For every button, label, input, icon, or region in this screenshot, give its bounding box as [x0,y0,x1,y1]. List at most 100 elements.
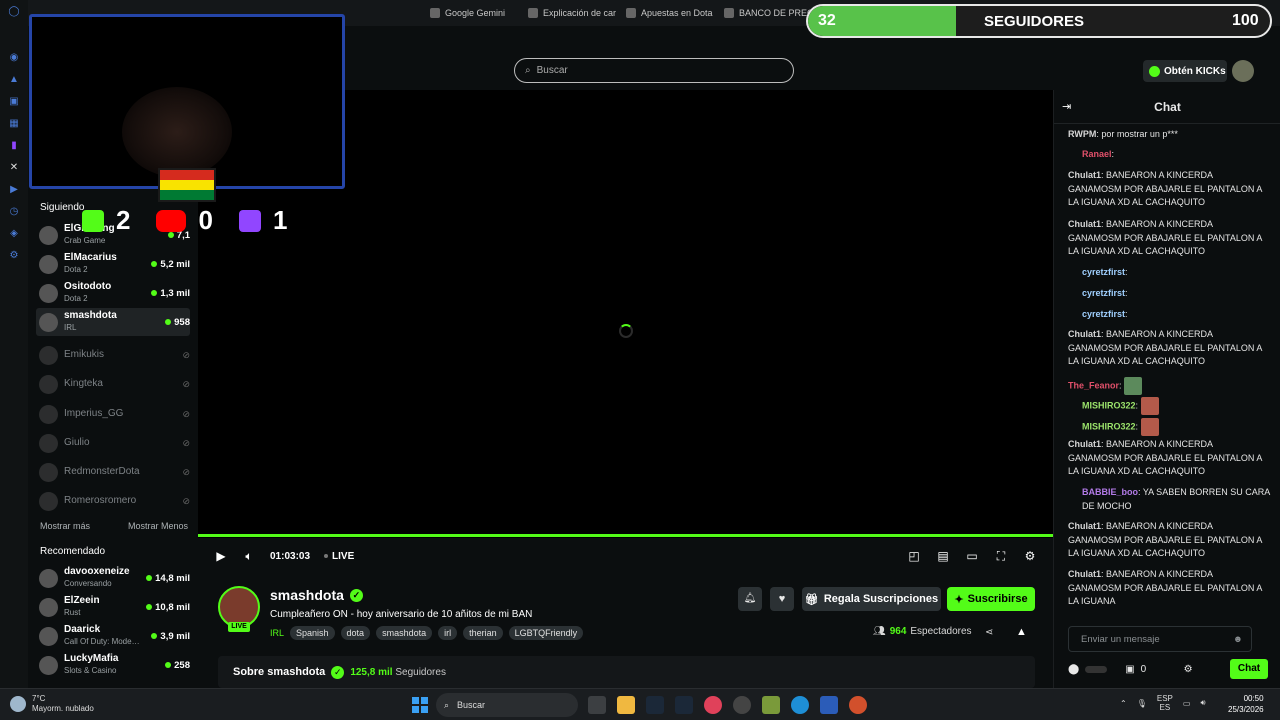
extensions-icon[interactable]: ◈ [8,228,20,240]
sidebar-channel[interactable]: Romerosromero ⊘ [36,487,190,515]
sidebar-channel[interactable]: RedmonsterDota ⊘ [36,458,190,486]
sidebar-channel[interactable]: Emikukis ⊘ [36,341,190,369]
collapse-chat-icon[interactable]: ⇥ [1062,100,1071,113]
minecraft-icon[interactable] [762,696,780,714]
settings-rail-icon[interactable]: ⚙ [8,250,20,262]
stream-tag[interactable]: LGBTQFriendly [508,626,584,640]
chat-input[interactable]: Enviar un mensaje ☻ [1068,626,1252,652]
twitch-rail-icon[interactable]: ▮ [8,140,20,152]
browser-tab[interactable]: Apuestas en Dota [616,0,714,26]
sidebar-channel[interactable]: davooxeneize Conversando 14,8 mil [36,564,190,592]
show-less-link[interactable]: Mostrar Menos [128,521,188,531]
platform-scores: 2 0 1 [82,205,287,236]
theater-mode-icon[interactable]: ▭ [965,549,979,563]
sidebar-channel[interactable]: Kingteka ⊘ [36,370,190,398]
sidebar-channel[interactable]: ElZeein Rust 10,8 mil [36,593,190,621]
chat-username[interactable]: Chulat1 [1068,170,1101,180]
points-toggle[interactable] [1085,665,1108,673]
share-icon[interactable]: ⋖ [985,627,993,638]
emoji-icon[interactable]: ☻ [1233,634,1243,645]
clip-icon[interactable]: ▤ [936,549,950,563]
chat-username[interactable]: Chulat1 [1068,439,1101,449]
sidebar-channel[interactable]: Ositodoto Dota 2 1,3 mil [36,279,190,307]
search-input[interactable]: ⌕ Buscar [514,58,794,83]
start-button[interactable] [412,697,428,713]
edge-icon[interactable] [791,696,809,714]
mic-icon[interactable]: 🎙︎ [1137,699,1147,708]
stream-tag[interactable]: therian [463,626,503,640]
browser-tab[interactable]: Google Gemini [420,0,518,26]
gift-subs-button[interactable]: 🎁︎ Regala Suscripciones [802,587,941,611]
chat-username[interactable]: RWPM [1068,129,1096,139]
opera-icon[interactable]: ◯ [8,6,20,18]
steam-icon[interactable] [646,696,664,714]
chat-username[interactable]: cyretzfirst [1082,288,1125,298]
stream-category[interactable]: IRL [270,628,284,638]
channel-avatar [39,254,58,274]
fullscreen-icon[interactable]: ⛶ [994,549,1008,563]
chat-username[interactable]: Chulat1 [1068,569,1101,579]
file-explorer-icon[interactable] [617,696,635,714]
miniplayer-icon[interactable]: ◰ [907,549,921,563]
subscribe-button[interactable]: ✦ Suscribirse [947,587,1035,611]
report-icon[interactable]: ▲ [1016,626,1027,638]
stream-tag[interactable]: irl [438,626,458,640]
points-toggle-icon[interactable]: ⬤ [1068,664,1079,675]
chat-username[interactable]: MISHIRO322 [1082,421,1136,431]
lang-top[interactable]: ESP [1157,694,1173,703]
sidebar-channel[interactable]: smashdota IRL 958 [36,308,190,336]
sidebar-channel[interactable]: ElMacarius Dota 2 5,2 mil [36,250,190,278]
volume-icon[interactable]: 🔈︎ [242,549,256,563]
tray-chevron-icon[interactable]: ⌃ [1120,699,1127,708]
lang-bottom[interactable]: ES [1157,703,1173,712]
user-avatar[interactable] [1232,60,1254,82]
stream-tag[interactable]: dota [340,626,371,640]
browser-tab[interactable]: Explicación de car [518,0,616,26]
task-view-icon[interactable] [588,696,606,714]
chat-username[interactable]: The_Feanor [1068,380,1119,390]
chat-username[interactable]: cyretzfirst [1082,267,1125,277]
dota-icon[interactable] [849,696,867,714]
get-kicks-button[interactable]: Obtén KICKs [1143,60,1227,82]
chat-settings-icon[interactable]: ⚙ [1184,664,1193,675]
steam-icon-2[interactable] [675,696,693,714]
network-icon[interactable]: ▭ [1183,699,1191,708]
sidebar-channel[interactable]: LuckyMafia Slots & Casino 258 [36,651,190,679]
browser-tab[interactable]: BANCO DE PREGU [714,0,812,26]
word-icon[interactable] [820,696,838,714]
taskbar-clock[interactable]: 00:50 25/3/2026 [1228,693,1264,715]
messenger-icon[interactable]: ◉ [8,52,20,64]
weather-widget[interactable]: 7°C Mayorm. nublado [10,694,94,714]
grid-icon[interactable]: ▦ [8,118,20,130]
sidebar-channel[interactable]: Giulio ⊘ [36,429,190,457]
follow-heart-icon[interactable]: ♥ [770,587,794,611]
notifications-bell-icon[interactable]: 🔔︎ [738,587,762,611]
chat-username[interactable]: Chulat1 [1068,329,1101,339]
opera-gx-icon[interactable] [704,696,722,714]
stream-tag[interactable]: smashdota [376,626,433,640]
show-more-link[interactable]: Mostrar más [40,521,90,531]
play-button-icon[interactable]: ▶ [214,549,228,563]
x-icon[interactable]: ✕ [8,162,20,174]
chat-username[interactable]: Chulat1 [1068,219,1101,229]
history-icon[interactable]: ◷ [8,206,20,218]
send-chat-button[interactable]: Chat [1230,659,1268,679]
playback-progress-bar[interactable] [198,534,1053,537]
speaker-icon[interactable]: 🔊︎ [1200,698,1205,708]
chat-username[interactable]: cyretzfirst [1082,309,1125,319]
obs-icon[interactable] [733,696,751,714]
stream-tag[interactable]: Spanish [290,626,335,640]
chat-username[interactable]: MISHIRO322 [1082,400,1136,410]
mail-icon[interactable]: ▣ [8,96,20,108]
streamer-name[interactable]: smashdota [270,587,344,603]
chat-username[interactable]: BABBIE_boo [1082,487,1138,497]
taskbar-search[interactable]: ⌕ Buscar [436,693,578,717]
sidebar-channel[interactable]: Daarick Call Of Duty: Mode… 3,9 mil [36,622,190,650]
ai-icon[interactable]: ▲ [8,74,20,86]
twitch-logo-icon [238,209,261,232]
chat-username[interactable]: Ranael [1082,149,1112,159]
settings-icon[interactable]: ⚙ [1023,549,1037,563]
sidebar-channel[interactable]: Imperius_GG ⊘ [36,400,190,428]
chat-username[interactable]: Chulat1 [1068,521,1101,531]
play-icon[interactable]: ▶ [8,184,20,196]
